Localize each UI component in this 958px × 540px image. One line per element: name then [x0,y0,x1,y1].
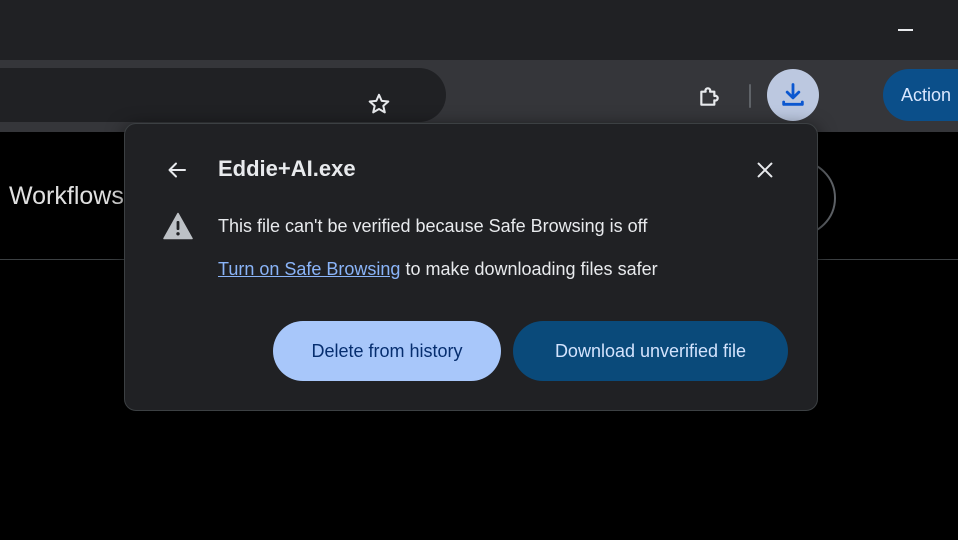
address-bar[interactable] [0,68,446,122]
close-button[interactable] [749,154,781,186]
turn-on-safe-browsing-link[interactable]: Turn on Safe Browsing [218,259,400,279]
arrow-left-icon [168,162,186,178]
delete-from-history-button[interactable]: Delete from history [273,321,501,381]
safe-browsing-suffix: to make downloading files safer [400,259,658,279]
close-icon [757,162,773,178]
bookmark-button[interactable] [360,85,398,123]
extensions-button[interactable] [690,76,730,116]
download-icon [782,83,804,106]
downloads-button[interactable] [767,69,819,121]
minimize-button[interactable] [887,18,923,42]
star-icon [368,93,390,114]
puzzle-icon [700,87,719,106]
warning-message: This file can't be verified because Safe… [218,216,648,236]
warning-triangle-icon [163,212,193,240]
safe-browsing-line: Turn on Safe Browsing to make downloadin… [218,257,658,281]
dialog-title: Eddie+AI.exe [218,156,356,181]
download-warning-dialog: Eddie+AI.exe This file can't be verified… [124,123,818,411]
minimize-icon [897,29,913,31]
back-button[interactable] [161,154,193,186]
download-unverified-button[interactable]: Download unverified file [513,321,788,381]
workflows-heading: Workflows [9,182,124,210]
browser-toolbar: Action [0,60,958,132]
toolbar-separator [749,84,751,108]
title-bar [0,0,958,60]
action-button[interactable]: Action [883,69,958,121]
